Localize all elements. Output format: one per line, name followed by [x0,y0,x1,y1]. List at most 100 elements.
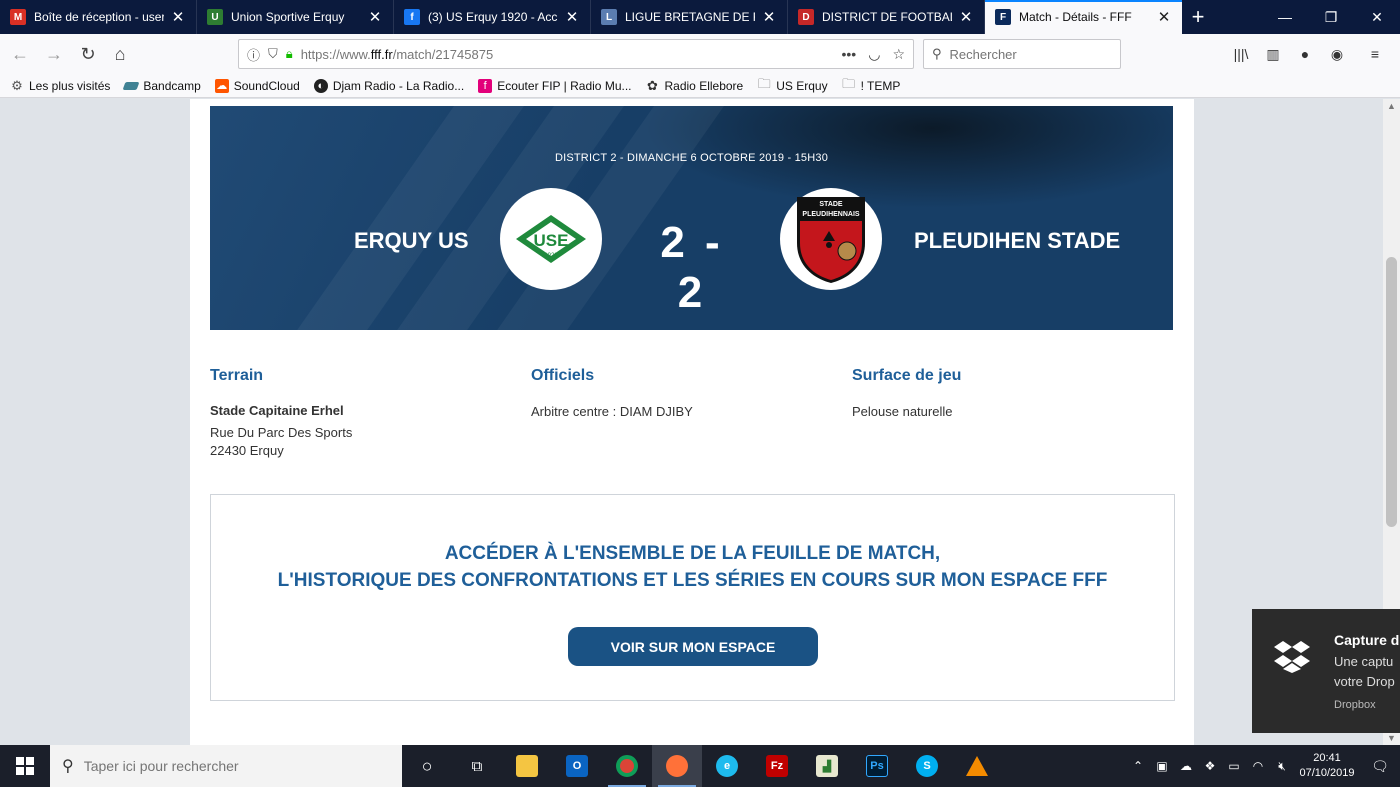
cta-line-1: ACCÉDER À L'ENSEMBLE DE LA FEUILLE DE MA… [444,543,941,564]
close-icon[interactable]: ✕ [367,8,383,26]
home-icon[interactable]: ⌂ [104,38,136,70]
close-icon[interactable]: ✕ [170,8,186,26]
taskbar-firefox[interactable] [652,745,702,787]
pocket-icon[interactable]: ◡ [868,46,880,63]
start-button[interactable] [0,745,50,787]
page-actions-icon[interactable]: ••• [842,46,857,62]
system-clock[interactable]: 20:41 07/10/2019 [1294,751,1360,781]
taskbar-skype[interactable]: S [902,745,952,787]
action-center-icon[interactable]: 🗨︎ [1360,758,1400,775]
voir-sur-mon-espace-button[interactable]: VOIR SUR MON ESPACE [568,627,818,666]
sidebar-icon[interactable]: ▥ [1262,43,1284,65]
stadium-address-line-2: 22430 Erquy [210,443,284,458]
chrome-icon [616,755,638,777]
url-text[interactable]: https://www.fff.fr/match/21745875 [301,47,830,62]
folder-icon: 🗀︎ [842,75,856,91]
tab-title: DISTRICT DE FOOTBALL DES CÔTES [822,10,952,24]
bookmark-folder[interactable]: 🗀︎ US Erquy [757,76,828,93]
notification-title: Capture d [1334,632,1400,648]
library-icon[interactable]: |||\ [1230,43,1252,65]
close-icon[interactable]: ✕ [1156,8,1172,26]
bookmark-item[interactable]: ✿ Radio Ellebore [646,78,743,93]
bookmark-folder[interactable]: 🗀︎! TEMP [842,75,900,93]
taskbar-app[interactable]: ▟ [802,745,852,787]
tracking-shield-icon[interactable]: ⛉ [268,46,278,62]
close-icon[interactable]: ✕ [761,8,777,26]
tab-district[interactable]: D DISTRICT DE FOOTBALL DES CÔTES ✕ [788,0,985,34]
tab-facebook[interactable]: f (3) US Erquy 1920 - Accueil ✕ [394,0,591,34]
taskbar-outlook[interactable]: O [552,745,602,787]
bookmark-star-icon[interactable]: ☆ [892,46,905,63]
filezilla-icon: Fz [766,755,788,777]
account-icon[interactable]: ◉ [1326,43,1348,65]
gmail-icon: M [10,9,26,25]
match-header: DISTRICT 2 - DIMANCHE 6 OCTOBRE 2019 - 1… [210,106,1173,330]
dropbox-notification[interactable]: Capture d Une captu votre Drop Dropbox [1252,609,1400,733]
info-icon[interactable]: ⓘ [247,45,260,64]
task-view-button[interactable]: ⧉ [452,745,502,787]
outlook-icon: O [566,755,588,777]
site-icon: U [207,9,223,25]
wifi-icon[interactable]: ◠ [1246,759,1270,773]
taskbar-vlc[interactable] [952,745,1002,787]
taskbar-ie[interactable]: e [702,745,752,787]
tab-union-sportive[interactable]: U Union Sportive Erquy ✕ [197,0,394,34]
scroll-up-icon[interactable]: ▲ [1383,101,1400,111]
chevron-up-icon[interactable]: ⌃ [1126,759,1150,773]
home-team-name[interactable]: ERQUY US [354,228,469,254]
search-bar[interactable]: ⚲ [923,39,1121,69]
taskbar-search[interactable]: ⚲ [50,745,402,787]
window-close-icon[interactable]: ✕ [1354,0,1400,34]
volume-muted-icon[interactable]: 🔇︎ [1270,759,1294,774]
scrollbar-thumb[interactable] [1386,257,1397,527]
forward-icon[interactable]: → [38,38,70,70]
taskbar-explorer[interactable] [502,745,552,787]
cortana-icon: ○ [421,755,433,776]
onedrive-icon[interactable]: ☁ [1174,759,1198,773]
internet-explorer-icon: e [716,755,738,777]
tab-gmail[interactable]: M Boîte de réception - user@ ✕ [0,0,197,34]
home-team-logo[interactable]: USE 1920 [500,188,602,290]
cortana-button[interactable]: ○ [402,745,452,787]
scroll-down-icon[interactable]: ▼ [1383,733,1400,743]
bookmark-item[interactable]: ⚙ Les plus visités [10,77,110,93]
tab-strip: M Boîte de réception - user@ ✕ U Union S… [0,0,1400,34]
close-icon[interactable]: ✕ [564,8,580,26]
cta-line-2: L'HISTORIQUE DES CONFRONTATIONS ET LES S… [277,570,1108,591]
monitor-icon[interactable]: ▣ [1150,759,1174,773]
page-viewport: DISTRICT 2 - DIMANCHE 6 OCTOBRE 2019 - 1… [0,99,1383,745]
surface-section: Surface de jeu Pelouse naturelle [852,367,1152,421]
taskbar-filezilla[interactable]: Fz [752,745,802,787]
menu-icon[interactable]: ≡ [1364,43,1386,65]
dropbox-tray-icon[interactable]: ❖ [1198,759,1222,773]
minimize-icon[interactable]: — [1262,0,1308,34]
away-team-name[interactable]: PLEUDIHEN STADE [914,228,1120,254]
bookmark-item[interactable]: f Ecouter FIP | Radio Mu... [478,78,632,93]
stadium-address-line-1: Rue Du Parc Des Sports [210,425,353,440]
bookmark-item[interactable]: Bandcamp [122,79,201,93]
close-icon[interactable]: ✕ [958,8,974,26]
taskbar-chrome[interactable] [602,745,652,787]
tab-match-details[interactable]: F Match - Détails - FFF ✕ [985,0,1182,34]
restore-icon[interactable]: ❐ [1308,0,1354,34]
bookmark-item[interactable]: ◐ Djam Radio - La Radio... [313,78,464,93]
away-team-logo[interactable]: STADE PLEUDIHENNAIS [780,188,882,290]
vlc-icon [966,756,988,776]
battery-icon[interactable]: ▭ [1222,759,1246,773]
back-icon[interactable]: ← [4,38,36,70]
extension-icon[interactable]: ● [1294,43,1316,65]
search-icon: ⚲ [62,758,74,775]
search-input[interactable] [949,46,1100,62]
bookmark-item[interactable]: ☁ SoundCloud [214,78,300,93]
url-bar[interactable]: ⓘ ⛉ 🔒︎ https://www.fff.fr/match/21745875… [238,39,914,69]
new-tab-button[interactable]: + [1182,0,1214,34]
tab-ligue-bretagne[interactable]: L LIGUE BRETAGNE DE FOOTBALL ✕ [591,0,788,34]
navigation-bar: ← → ↻ ⌂ ⓘ ⛉ 🔒︎ https://www.fff.fr/match/… [0,34,1400,74]
gear-icon: ⚙ [11,77,23,93]
reload-icon[interactable]: ↻ [72,38,104,70]
lock-icon[interactable]: 🔒︎ [286,46,293,62]
taskbar-search-input[interactable] [83,758,364,774]
taskbar-photoshop[interactable]: Ps [852,745,902,787]
fip-icon: f [478,78,493,93]
facebook-icon: f [404,9,420,25]
